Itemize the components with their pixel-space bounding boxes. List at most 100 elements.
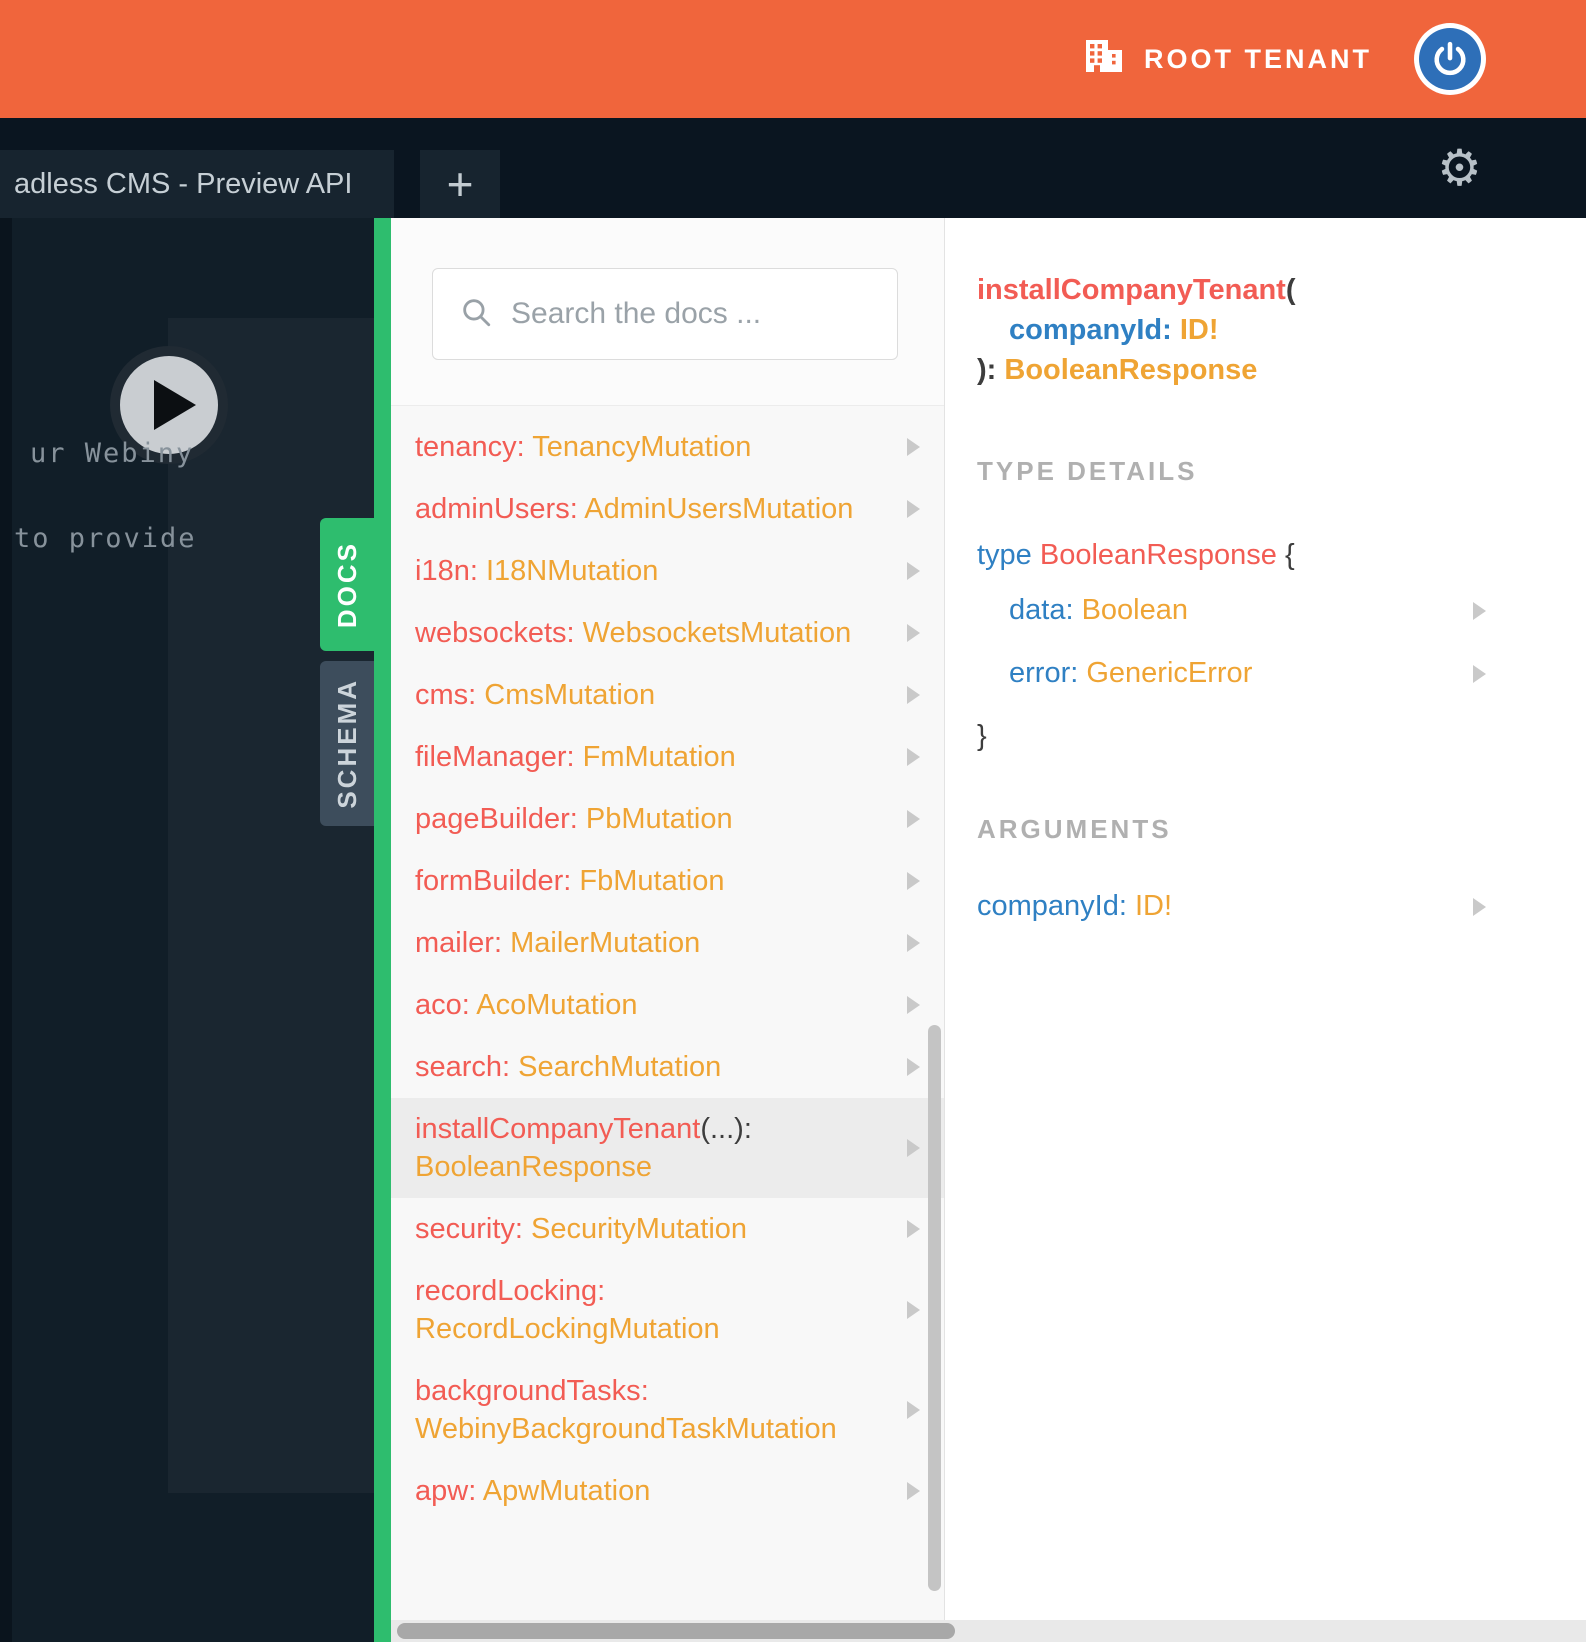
- settings-gear-icon[interactable]: ⚙: [1437, 143, 1482, 193]
- docs-list-item[interactable]: backgroundTasks: WebinyBackgroundTaskMuta…: [391, 1360, 944, 1460]
- type-name: BooleanResponse: [1039, 539, 1277, 571]
- docs-list-item[interactable]: i18n: I18NMutation: [391, 540, 944, 602]
- chevron-right-icon: [907, 810, 920, 828]
- docs-list-item[interactable]: formBuilder: FbMutation: [391, 850, 944, 912]
- horizontal-scrollbar-thumb[interactable]: [397, 1623, 955, 1639]
- docs-search[interactable]: [432, 268, 898, 360]
- docs-list-item[interactable]: security: SecurityMutation: [391, 1198, 944, 1260]
- type-name: BooleanResponse: [415, 1151, 653, 1183]
- schema-tab[interactable]: SCHEMA: [320, 661, 375, 826]
- chevron-right-icon: [907, 934, 920, 952]
- editor-gutter: [0, 218, 12, 1642]
- chevron-right-icon: [907, 1401, 920, 1419]
- tab-headless-cms-preview-api[interactable]: adless CMS - Preview API: [0, 150, 394, 218]
- field-name: recordLocking: [415, 1275, 598, 1307]
- field-name: tenancy: [415, 431, 517, 463]
- type-name: I18NMutation: [485, 555, 659, 587]
- chevron-right-icon: [907, 562, 920, 580]
- docs-list-item[interactable]: tenancy: TenancyMutation: [391, 416, 944, 478]
- tenant-selector[interactable]: ROOT TENANT: [1084, 38, 1372, 81]
- app-header: ROOT TENANT: [0, 0, 1586, 118]
- chevron-right-icon: [907, 624, 920, 642]
- power-icon: [1419, 28, 1481, 90]
- argument-row-companyid[interactable]: companyId: ID!: [977, 875, 1586, 938]
- docs-list-item[interactable]: search: SearchMutation: [391, 1036, 944, 1098]
- type-field-row-error[interactable]: error: GenericError: [1009, 642, 1586, 705]
- chevron-right-icon: [907, 1301, 920, 1319]
- graphql-playground: ROOT TENANT adless CMS - Preview API + ⚙: [0, 0, 1586, 1642]
- type-field-row-data[interactable]: data: Boolean: [1009, 579, 1586, 642]
- chevron-right-icon: [1473, 601, 1486, 620]
- horizontal-scrollbar[interactable]: [391, 1620, 1586, 1642]
- chevron-right-icon: [907, 872, 920, 890]
- type-name: MailerMutation: [510, 927, 701, 959]
- field-name: fileManager: [415, 741, 567, 773]
- type-keyword: type: [977, 539, 1032, 571]
- docs-list: tenancy: TenancyMutation adminUsers: Admi…: [391, 408, 944, 1522]
- type-name: ApwMutation: [482, 1475, 651, 1507]
- docs-tab-label: DOCS: [332, 540, 362, 629]
- docs-list-item[interactable]: installCompanyTenant(...): BooleanRespons…: [391, 1098, 944, 1198]
- docs-list-item[interactable]: pageBuilder: PbMutation: [391, 788, 944, 850]
- field-name: cms: [415, 679, 469, 711]
- type-name: TenancyMutation: [532, 431, 752, 463]
- playground-tab-bar: adless CMS - Preview API + ⚙: [0, 118, 1586, 218]
- chevron-right-icon: [1473, 897, 1486, 916]
- field-name: i18n: [415, 555, 470, 587]
- field-name: backgroundTasks: [415, 1375, 641, 1407]
- editor-code-line: to provide: [14, 523, 197, 554]
- type-definition-line: type BooleanResponse {: [977, 539, 1295, 571]
- field-signature: installCompanyTenant( companyId: ID! ): …: [977, 274, 1296, 386]
- chevron-right-icon: [907, 1139, 920, 1157]
- docs-list-item[interactable]: apw: ApwMutation: [391, 1460, 944, 1522]
- type-name: FmMutation: [582, 741, 736, 773]
- query-editor[interactable]: ur Webiny to provide: [0, 218, 375, 1642]
- docs-search-area: [391, 218, 944, 406]
- type-name: PbMutation: [585, 803, 733, 835]
- docs-list-item[interactable]: aco: AcoMutation: [391, 974, 944, 1036]
- signature-return-type: BooleanResponse: [1004, 354, 1258, 386]
- type-name: FbMutation: [579, 865, 725, 897]
- field-name: adminUsers: [415, 493, 570, 525]
- type-name: SearchMutation: [518, 1051, 722, 1083]
- building-icon: [1084, 38, 1124, 81]
- playground-main: ur Webiny to provide DOCS SCHEMA Search …: [0, 218, 1586, 1642]
- signature-arg-name: companyId:: [1009, 314, 1172, 346]
- chevron-right-icon: [1473, 664, 1486, 683]
- docs-list-item[interactable]: websockets: WebsocketsMutation: [391, 602, 944, 664]
- type-name: WebinyBackgroundTaskMutation: [415, 1413, 837, 1445]
- type-name: WebsocketsMutation: [582, 617, 852, 649]
- field-name: security: [415, 1213, 515, 1245]
- docs-list-item[interactable]: recordLocking: RecordLockingMutation: [391, 1260, 944, 1360]
- new-tab-button[interactable]: +: [420, 150, 500, 218]
- tenant-label: ROOT TENANT: [1144, 43, 1372, 74]
- field-name: formBuilder: [415, 865, 564, 897]
- arguments-heading: ARGUMENTS: [977, 814, 1172, 844]
- schema-tab-label: SCHEMA: [332, 678, 362, 809]
- editor-inner-panel: [168, 318, 375, 1493]
- docs-search-input[interactable]: [511, 297, 877, 331]
- chevron-right-icon: [907, 500, 920, 518]
- docs-panel: tenancy: TenancyMutationadminUsers: Admi…: [391, 218, 945, 1642]
- field-name: websockets: [415, 617, 567, 649]
- type-name: SecurityMutation: [531, 1213, 748, 1245]
- type-close-brace: }: [977, 720, 987, 752]
- docs-list-item[interactable]: adminUsers: AdminUsersMutation: [391, 478, 944, 540]
- search-icon: [459, 295, 493, 334]
- type-details-heading: TYPE DETAILS: [977, 456, 1198, 486]
- chevron-right-icon: [907, 748, 920, 766]
- field-name: pageBuilder: [415, 803, 570, 835]
- docs-tab[interactable]: DOCS: [320, 518, 375, 651]
- avatar[interactable]: [1414, 23, 1486, 95]
- editor-code-line: ur Webiny: [30, 438, 195, 469]
- docs-resize-handle[interactable]: [374, 218, 391, 1642]
- chevron-right-icon: [907, 686, 920, 704]
- field-name: search: [415, 1051, 503, 1083]
- chevron-right-icon: [907, 996, 920, 1014]
- docs-vertical-scrollbar[interactable]: [928, 1025, 941, 1591]
- field-name: aco: [415, 989, 462, 1021]
- docs-list-item[interactable]: mailer: MailerMutation: [391, 912, 944, 974]
- docs-list-item[interactable]: cms: CmsMutation: [391, 664, 944, 726]
- docs-list-item[interactable]: fileManager: FmMutation: [391, 726, 944, 788]
- type-name: AdminUsersMutation: [584, 493, 854, 525]
